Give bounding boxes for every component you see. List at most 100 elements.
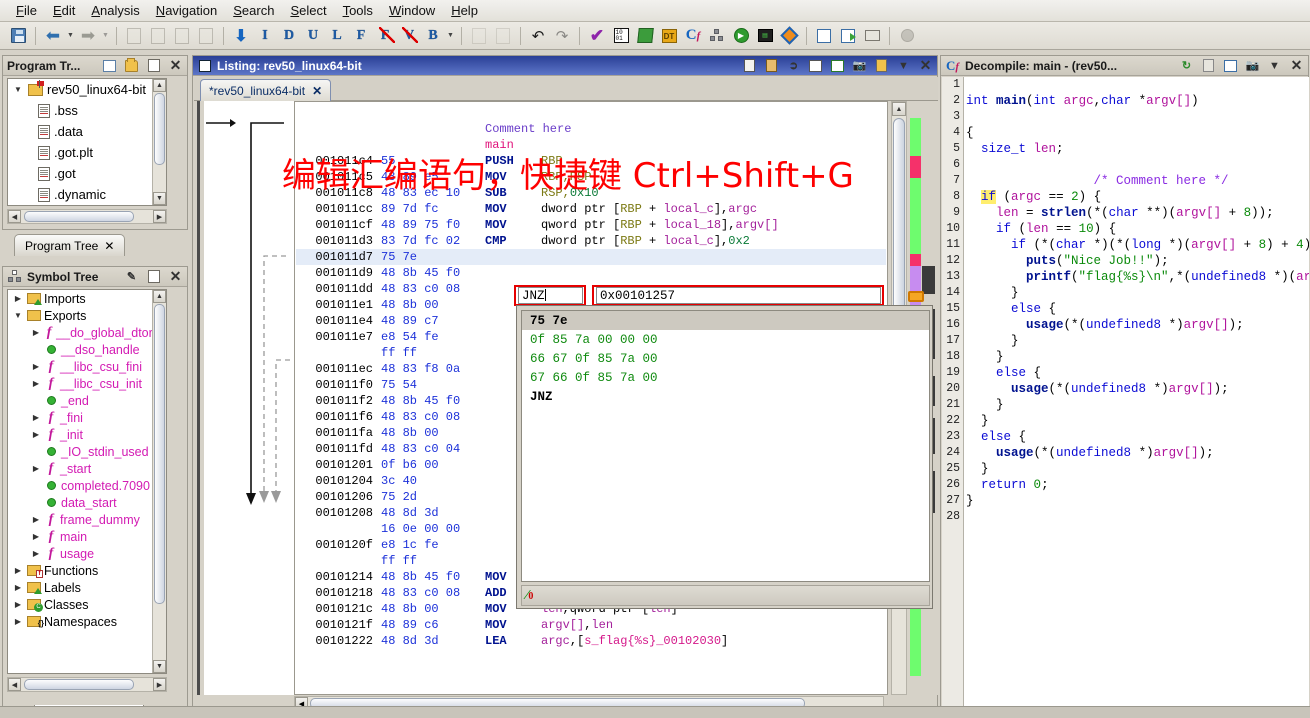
- assembly-suggestion-item[interactable]: 66 67 0f 85 7a 00: [522, 349, 929, 368]
- decompiler-line[interactable]: if (argc == 2) {: [966, 189, 1309, 205]
- table-icon[interactable]: [812, 24, 836, 48]
- dropdown-caret-icon[interactable]: ▼: [895, 57, 912, 74]
- data-icon[interactable]: D: [277, 24, 301, 48]
- snapshot-next-icon[interactable]: [170, 24, 194, 48]
- listing-mnemonic[interactable]: LEA: [473, 633, 541, 649]
- decompiler-line[interactable]: if (*(char *)(*(long *)(argv[] + 8) + 4)…: [966, 237, 1309, 253]
- expander-icon[interactable]: ▶: [12, 565, 24, 577]
- listing-overview-cursor-marker[interactable]: [908, 291, 924, 302]
- back-arrow-icon[interactable]: ⬅: [41, 24, 65, 48]
- instruction-icon[interactable]: I: [253, 24, 277, 48]
- program-tree-node[interactable]: .fini_array: [8, 205, 166, 206]
- decompiler-code[interactable]: int main(int argc,char *argv[]) { size_t…: [966, 77, 1309, 716]
- expander-icon[interactable]: ▶: [12, 293, 24, 305]
- expander-icon[interactable]: [30, 480, 42, 492]
- assembly-suggestion-item[interactable]: 75 7e: [522, 311, 929, 330]
- vscroll-thumb[interactable]: [154, 304, 165, 604]
- export-icon[interactable]: [491, 24, 515, 48]
- symbol-tree-item[interactable]: ▶ f __libc_csu_init: [8, 375, 166, 392]
- close-icon[interactable]: ✕: [167, 57, 184, 74]
- diff-icon[interactable]: [829, 57, 846, 74]
- listing-mnemonic[interactable]: MOV: [473, 201, 541, 217]
- listing-mnemonic[interactable]: MOV: [473, 617, 541, 633]
- decompiler-line[interactable]: usage(*(undefined8 *)argv[]);: [966, 317, 1309, 333]
- symbol-tree-item[interactable]: ▶{} Namespaces: [8, 613, 166, 630]
- listing-row[interactable]: 001011d9 48 8b 45 f0: [295, 265, 887, 281]
- copy-icon[interactable]: [741, 57, 758, 74]
- close-icon[interactable]: ✕: [167, 268, 184, 285]
- print-icon[interactable]: [860, 24, 884, 48]
- symbol-tree-hscrollbar[interactable]: ◀ ▶: [7, 677, 167, 692]
- decompiler-line[interactable]: }: [966, 397, 1309, 413]
- listing-row[interactable]: 00101222 48 8d 3d LEA argc,[s_flag{%s}_0010…: [295, 633, 887, 649]
- run-icon[interactable]: ▶: [729, 24, 753, 48]
- menu-item-search[interactable]: Search: [225, 1, 282, 20]
- decompiler-line[interactable]: return 0;: [966, 477, 1309, 493]
- decompiler-line[interactable]: else {: [966, 429, 1309, 445]
- save-icon[interactable]: [6, 24, 30, 48]
- program-tree-hscrollbar[interactable]: ◀ ▶: [7, 209, 167, 224]
- edit-icon[interactable]: ✎: [123, 268, 140, 285]
- expander-icon[interactable]: ▶: [30, 514, 42, 526]
- symbol-tree-item[interactable]: ▶ f _init: [8, 426, 166, 443]
- bookmark-dropdown-caret-icon[interactable]: ▼: [445, 32, 456, 39]
- snapshot-up-icon[interactable]: [146, 24, 170, 48]
- forward-dropdown-caret-icon[interactable]: ▼: [100, 32, 111, 39]
- expander-icon[interactable]: [30, 344, 42, 356]
- program-tree-node[interactable]: .data: [8, 121, 166, 142]
- function-icon[interactable]: F: [349, 24, 373, 48]
- forward-arrow-icon[interactable]: ➡: [76, 24, 100, 48]
- symbol-tree-body[interactable]: ▶ Imports ▼ Exports ▶ f __do_global_dtors_ __ds…: [7, 289, 167, 674]
- menu-item-help[interactable]: Help: [443, 1, 486, 20]
- symbol-tree-item[interactable]: __dso_handle: [8, 341, 166, 358]
- assembly-operand-input[interactable]: 0x00101257: [596, 287, 881, 304]
- listing-row[interactable]: 001011d3 83 7d fc 02 CMP dword ptr [RBP + l…: [295, 233, 887, 249]
- undo-icon[interactable]: ↶: [526, 24, 550, 48]
- vscroll-up-arrow[interactable]: ▲: [892, 102, 906, 116]
- expander-icon[interactable]: ▶: [30, 412, 42, 424]
- expander-icon[interactable]: ▶: [30, 429, 42, 441]
- decompiler-line[interactable]: if (len == 10) {: [966, 221, 1309, 237]
- expander-icon[interactable]: ▶: [12, 616, 24, 628]
- decompiler-line[interactable]: [966, 509, 1309, 525]
- menu-item-select[interactable]: Select: [282, 1, 334, 20]
- table-export-icon[interactable]: [836, 24, 860, 48]
- program-tree-node[interactable]: .bss: [8, 100, 166, 121]
- data-type-manager-icon[interactable]: DT: [657, 24, 681, 48]
- symbol-tree-item[interactable]: ▶ Imports: [8, 290, 166, 307]
- new-folder-icon[interactable]: [145, 57, 162, 74]
- snapshot-prev-icon[interactable]: [122, 24, 146, 48]
- decompiler-line[interactable]: }: [966, 413, 1309, 429]
- down-arrow-icon[interactable]: ⬇: [229, 24, 253, 48]
- tab-program-tree[interactable]: Program Tree ✕: [14, 234, 126, 256]
- decompiler-line[interactable]: }: [966, 333, 1309, 349]
- new-tree-icon[interactable]: [101, 57, 118, 74]
- snapshot-table-icon[interactable]: [807, 57, 824, 74]
- vscroll-up-arrow[interactable]: ▲: [153, 79, 166, 92]
- symbol-tree-vscrollbar[interactable]: ▲ ▼: [152, 290, 166, 673]
- assembly-suggestion-item[interactable]: 0f 85 7a 00 00 00: [522, 330, 929, 349]
- symbol-tree-item[interactable]: _IO_stdin_used: [8, 443, 166, 460]
- symbol-tree-item[interactable]: _end: [8, 392, 166, 409]
- decompiler-line[interactable]: /* Comment here */: [966, 173, 1309, 189]
- symbol-tree-item[interactable]: ▶ f __do_global_dtors_: [8, 324, 166, 341]
- expander-icon[interactable]: ▶: [30, 327, 42, 339]
- decompiler-line[interactable]: else {: [966, 301, 1309, 317]
- symbol-tree-item[interactable]: ▶ Labels: [8, 579, 166, 596]
- listing-mnemonic[interactable]: MOV: [473, 217, 541, 233]
- redo-icon[interactable]: ↷: [550, 24, 574, 48]
- expander-icon[interactable]: ▶: [30, 531, 42, 543]
- function-graph-icon[interactable]: Cf: [681, 24, 705, 48]
- expander-icon[interactable]: [30, 446, 42, 458]
- listing-row[interactable]: 0010121f 48 89 c6 MOV argv[],len: [295, 617, 887, 633]
- camera-icon[interactable]: 📷: [851, 57, 868, 74]
- snapshot-down-icon[interactable]: [194, 24, 218, 48]
- listing-row[interactable]: 001011d775 7eJNZ0x00101257: [295, 249, 887, 265]
- decompiler-body[interactable]: 1 2 3 4 5 6 7 8 9 10 11 12 13 14 15 16 17 18 19 20 21 22 23 24 2…: [942, 77, 1309, 716]
- paste-icon[interactable]: [763, 57, 780, 74]
- vscroll-down-arrow[interactable]: ▼: [153, 660, 166, 673]
- checkmark-icon[interactable]: ✔: [585, 24, 609, 48]
- listing-operands[interactable]: dword ptr [RBP + local_c],0x2: [541, 234, 750, 248]
- listing-operands[interactable]: argc,[s_flag{%s}_00102030]: [541, 634, 728, 648]
- symbol-tree-item[interactable]: ▶ f frame_dummy: [8, 511, 166, 528]
